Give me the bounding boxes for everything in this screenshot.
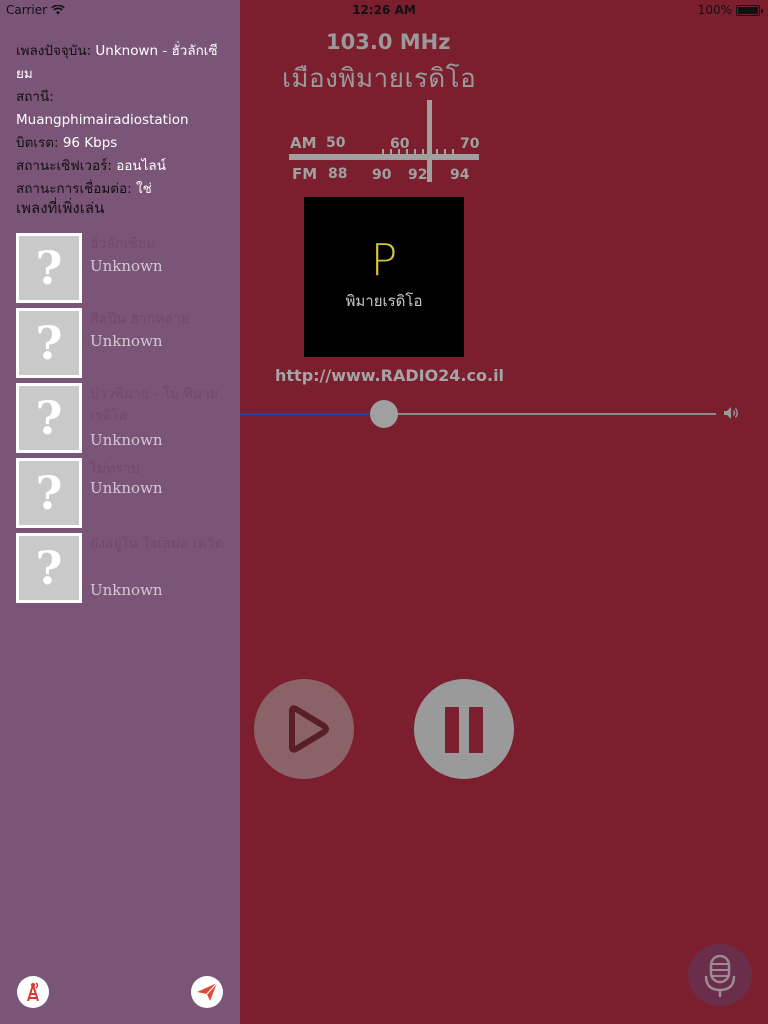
info-station: สถานี: Muangphimairadiostation — [16, 86, 230, 132]
question-mark-icon: ? — [19, 236, 79, 300]
battery-percent: 100% — [697, 3, 732, 17]
info-value: ออนไลน์ — [116, 158, 166, 174]
info-label: สถานี: — [16, 89, 54, 105]
speaker-icon — [724, 407, 738, 419]
logo-letter: P — [370, 235, 398, 286]
song-title: ไม่ทราบ — [90, 461, 140, 477]
dial-fm-tick: 92 — [408, 167, 427, 183]
station-title: เมืองพิมายเรดิโอ — [282, 64, 477, 94]
album-art: ? — [16, 308, 82, 378]
microphone-button[interactable] — [688, 944, 752, 1006]
dial-am-tick: 70 — [460, 136, 480, 152]
song-title: ยังอยู่ใน ใจเสมอ เดวิด — [90, 536, 224, 552]
dial-fm-label: FM — [292, 165, 317, 183]
question-mark-icon: ? — [19, 461, 79, 525]
album-art: ? — [16, 383, 82, 453]
question-mark-icon: ? — [19, 386, 79, 450]
song-artist: Unknown — [90, 581, 163, 599]
question-mark-icon: ? — [19, 311, 79, 375]
battery-icon — [736, 4, 763, 16]
info-value: Muangphimairadiostation — [16, 112, 189, 128]
song-artist: Unknown — [90, 431, 163, 449]
paper-plane-icon — [197, 982, 218, 1001]
play-button[interactable] — [254, 679, 354, 779]
song-title: บ่าวพิมาย - โบ พิมายเรดิโอ — [90, 386, 219, 424]
song-artist: Unknown — [90, 479, 163, 497]
pause-icon — [445, 707, 483, 753]
radio-dial: AM 50 60 70 FM 88 90 92 94 — [289, 100, 480, 183]
dial-am-tick: 50 — [326, 135, 346, 151]
status-time: 12:26 AM — [352, 3, 416, 17]
list-item[interactable]: ? ไม่ทราบ Unknown — [16, 458, 230, 533]
station-info: เพลงปัจจุบัน: Unknown - ฮั่วลักเซียม สถา… — [16, 40, 230, 201]
station-url[interactable]: http://www.RADIO24.co.il — [275, 366, 504, 385]
volume-thumb[interactable] — [370, 400, 398, 428]
frequency-label: 103.0 MHz — [326, 30, 451, 54]
play-icon — [289, 705, 329, 753]
song-title: ฮั่วลักเซียม — [90, 236, 156, 252]
song-title: ศิลปิน ฮากหลาย — [90, 311, 190, 327]
dial-fm-tick: 90 — [372, 167, 392, 183]
dial-fm-tick: 88 — [328, 166, 347, 182]
song-artist: Unknown — [90, 257, 163, 275]
info-server-status: สถานะเซิฟเวอร์: ออนไลน์ — [16, 155, 230, 178]
info-label: สถานะเซิฟเวอร์: — [16, 158, 117, 174]
info-value: ใช่ — [135, 181, 152, 197]
album-art: ? — [16, 233, 82, 303]
microphone-icon — [704, 954, 736, 997]
album-art: ? — [16, 533, 82, 603]
sidebar-panel: เพลงปัจจุบัน: Unknown - ฮั่วลักเซียม สถา… — [0, 0, 240, 1024]
status-bar: Carrier 12:26 AM 100% — [0, 0, 768, 20]
list-item[interactable]: ? บ่าวพิมาย - โบ พิมายเรดิโอ Unknown — [16, 383, 230, 458]
info-label: บิตเรต: — [16, 135, 63, 151]
battery-indicator: 100% — [697, 3, 763, 17]
dial-fm-tick: 94 — [450, 167, 470, 183]
dial-am-label: AM — [290, 134, 317, 152]
list-item[interactable]: ? ฮั่วลักเซียม Unknown — [16, 233, 230, 308]
info-bitrate: บิตเรต: 96 Kbps — [16, 132, 230, 155]
song-artist: Unknown — [90, 332, 163, 350]
tower-button[interactable] — [17, 976, 49, 1008]
info-label: สถานะการเชื่อมต่อ: — [16, 181, 136, 197]
volume-track-empty[interactable] — [384, 413, 716, 415]
station-logo: P พิมายเรดิโอ — [304, 197, 464, 357]
list-item[interactable]: ? ยังอยู่ใน ใจเสมอ เดวิด Unknown — [16, 533, 230, 608]
list-item[interactable]: ? ศิลปิน ฮากหลาย Unknown — [16, 308, 230, 383]
logo-subtitle: พิมายเรดิโอ — [345, 292, 423, 310]
pause-button[interactable] — [414, 679, 514, 779]
share-button[interactable] — [191, 976, 223, 1008]
info-current-song: เพลงปัจจุบัน: Unknown - ฮั่วลักเซียม — [16, 40, 230, 86]
recently-played-heading: เพลงที่เพิ่งเล่น — [16, 199, 105, 217]
recently-played-list: ? ฮั่วลักเซียม Unknown ? ศิลปิน ฮากหลาย … — [16, 233, 230, 608]
info-label: เพลงปัจจุบัน: — [16, 43, 96, 59]
antenna-icon — [27, 982, 39, 1002]
question-mark-icon: ? — [19, 536, 79, 600]
info-value: 96 Kbps — [62, 135, 118, 151]
album-art: ? — [16, 458, 82, 528]
